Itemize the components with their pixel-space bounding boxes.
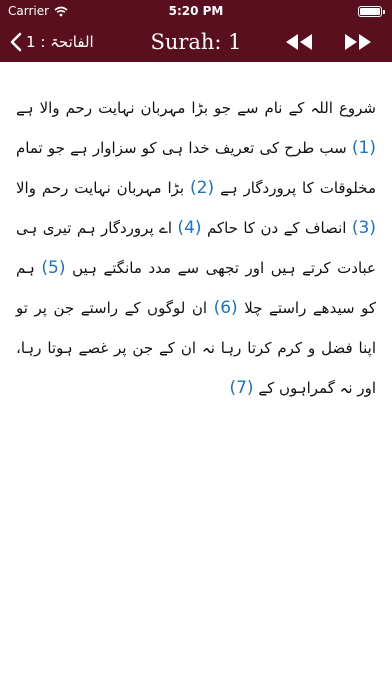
next-surah-button[interactable] bbox=[342, 30, 374, 54]
verse-number: (4) bbox=[177, 218, 202, 238]
verse-text: شروع اللہ کے نام سے جو بڑا مہربان نہایت … bbox=[16, 99, 376, 117]
verse-number: (3) bbox=[351, 218, 376, 238]
status-time: 5:20 PM bbox=[168, 4, 224, 18]
previous-surah-button[interactable] bbox=[283, 30, 315, 54]
page-title: Surah: 1 bbox=[150, 30, 242, 54]
header-bar: Carrier 5:20 PM الفاتحۃ : 1 Surah: 1 bbox=[0, 0, 392, 62]
nav-bar: الفاتحۃ : 1 Surah: 1 bbox=[0, 22, 392, 62]
verse-number: (6) bbox=[213, 298, 238, 318]
verse: انصاف کے دن کا حاکم (4) bbox=[177, 218, 347, 238]
verse-text: بڑا مہربان نہایت رحم والا bbox=[16, 179, 185, 197]
rewind-icon bbox=[286, 34, 312, 50]
translation-text: شروع اللہ کے نام سے جو بڑا مہربان نہایت … bbox=[16, 88, 376, 408]
verse-number: (1) bbox=[351, 138, 376, 158]
status-bar: Carrier 5:20 PM bbox=[0, 0, 392, 22]
battery-icon bbox=[358, 6, 385, 17]
verse-number: (2) bbox=[190, 178, 215, 198]
fast-forward-icon bbox=[345, 34, 371, 50]
verse-number: (5) bbox=[41, 258, 66, 278]
verse-number: (7) bbox=[229, 378, 254, 398]
verse-text: انصاف کے دن کا حاکم bbox=[206, 219, 347, 237]
